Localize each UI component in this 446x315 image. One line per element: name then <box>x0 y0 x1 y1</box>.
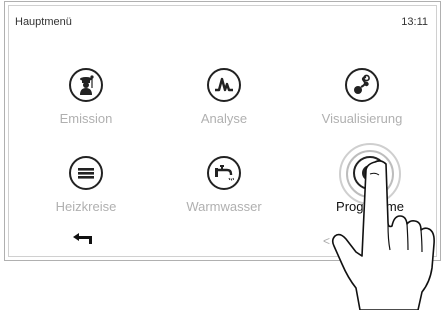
menu-item-visualisierung[interactable]: Visualisierung <box>297 68 427 126</box>
menu-item-label: Warmwasser <box>186 199 262 214</box>
pointing-hand-icon <box>330 160 445 315</box>
menu-item-label: Emission <box>59 111 113 126</box>
chevron-left-icon[interactable]: < <box>323 234 330 248</box>
menu-item-analyse[interactable]: Analyse <box>159 68 289 126</box>
menu-item-label: Heizkreise <box>55 199 117 214</box>
menu-item-warmwasser[interactable]: Warmwasser <box>159 156 289 214</box>
chimney-sweep-icon <box>69 68 103 102</box>
clock: 13:11 <box>401 16 428 28</box>
menu-item-label: Visualisierung <box>321 111 403 126</box>
page-title: Hauptmenü <box>15 16 72 28</box>
back-arrow-icon[interactable] <box>72 232 94 246</box>
menu-item-emission[interactable]: Emission <box>21 68 151 126</box>
menu-item-label: Analyse <box>200 111 248 126</box>
waveform-icon <box>207 68 241 102</box>
flow-visualization-icon <box>345 68 379 102</box>
menu-item-heizkreise[interactable]: Heizkreise <box>21 156 151 214</box>
radiator-icon <box>69 156 103 190</box>
faucet-icon <box>207 156 241 190</box>
